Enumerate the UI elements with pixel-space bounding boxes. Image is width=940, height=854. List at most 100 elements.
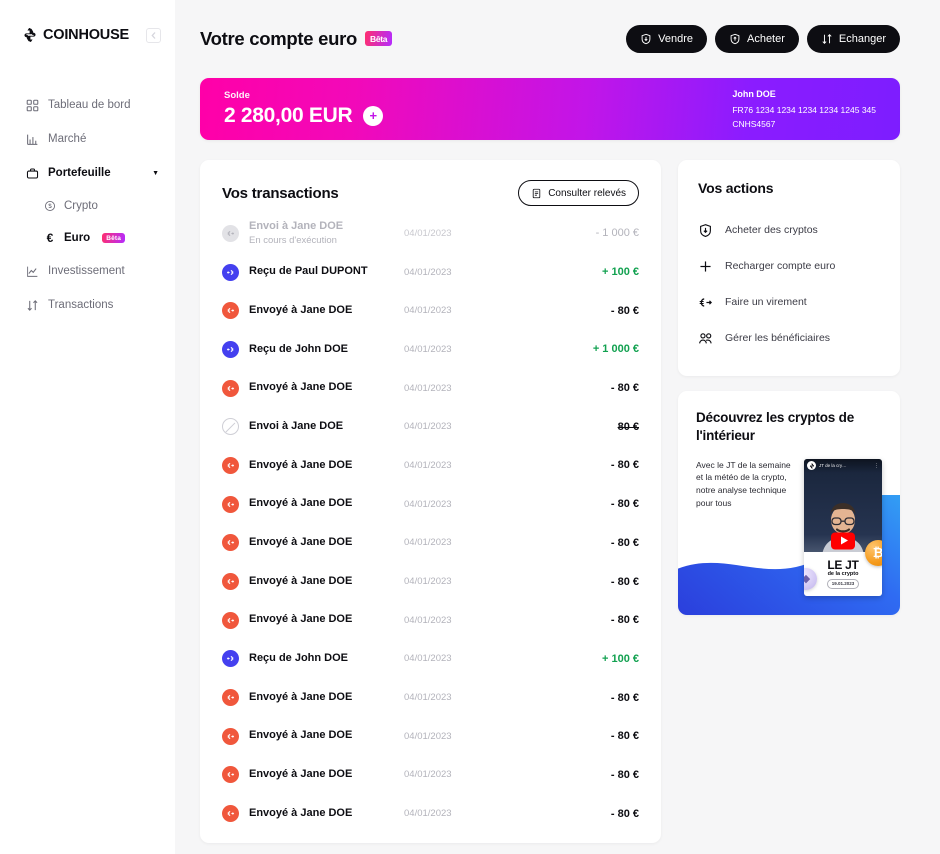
right-column: Vos actions Acheter des cryptos Recharge…: [678, 160, 900, 843]
action-top-up-euro[interactable]: Recharger compte euro: [698, 248, 880, 284]
transaction-label: Envoyé à Jane DOE: [249, 458, 353, 471]
sidebar-item-crypto[interactable]: Crypto: [0, 190, 175, 222]
transaction-row[interactable]: Reçu de John DOE 04/01/2023 + 1 000 €: [222, 330, 639, 369]
exchange-button[interactable]: Echanger: [806, 25, 900, 53]
transaction-row[interactable]: Envoyé à Jane DOE 04/01/2023 - 80 €: [222, 717, 639, 756]
euro-arrow-right-icon: [699, 297, 712, 307]
euro-send-icon: [222, 573, 239, 591]
transaction-amount: - 80 €: [610, 459, 639, 472]
transaction-label: Envoyé à Jane DOE: [249, 381, 353, 394]
transaction-row[interactable]: Envoyé à Jane DOE 04/01/2023 - 80 €: [222, 446, 639, 485]
balance-card: Solde 2 280,00 EUR + John DOE FR76 1234 …: [200, 78, 900, 140]
transaction-row[interactable]: Envoyé à Jane DOE 04/01/2023 - 80 €: [222, 562, 639, 601]
transaction-status: En cours d'exécution: [249, 235, 337, 247]
promo-video-thumbnail[interactable]: JT de la cry… ⋮ LE JT de la crypto 19.01…: [804, 458, 882, 596]
sidebar-item-label: Investissement: [48, 265, 125, 277]
promo-card[interactable]: Découvrez les cryptos de l'intérieur Ave…: [678, 391, 900, 615]
transaction-row[interactable]: Envoyé à Jane DOE 04/01/2023 - 80 €: [222, 794, 639, 833]
sidebar-item-label: Transactions: [48, 299, 114, 311]
euro-send-icon: [222, 534, 239, 552]
euro-receive-icon: [222, 340, 239, 358]
transaction-date: 04/01/2023: [404, 343, 452, 355]
content-grid: Vos transactions Consulter relevés Envoi…: [200, 160, 900, 843]
transaction-text: Envoyé à Jane DOE: [249, 497, 352, 511]
transaction-text: Reçu de Paul DUPONT: [249, 265, 368, 279]
sidebar-item-tableau-de-bord[interactable]: Tableau de bord: [0, 88, 175, 122]
transaction-row[interactable]: Envoi à Jane DOE 04/01/2023 80 €: [222, 407, 639, 446]
transaction-row[interactable]: Envoyé à Jane DOE 04/01/2023 - 80 €: [222, 524, 639, 563]
shield-arrow-down-icon: [641, 33, 651, 45]
transaction-label: Reçu de John DOE: [249, 652, 349, 665]
transaction-label: Envoyé à Jane DOE: [249, 690, 353, 703]
action-buy-cryptos[interactable]: Acheter des cryptos: [698, 212, 880, 248]
sidebar-collapse-icon[interactable]: [146, 27, 161, 43]
sidebar-item-marche[interactable]: Marché: [0, 122, 175, 156]
action-manage-beneficiaries[interactable]: Gérer les bénéficiaires: [698, 320, 880, 356]
video-more-icon[interactable]: ⋮: [874, 463, 879, 469]
euro-send-icon: [222, 689, 239, 707]
transaction-label: Envoyé à Jane DOE: [249, 497, 353, 510]
main-content: Votre compte euro Bêta Vendre Acheter Ec…: [175, 0, 940, 854]
sidebar-item-investissement[interactable]: Investissement: [0, 254, 175, 288]
transaction-row[interactable]: Envoyé à Jane DOE 04/01/2023 - 80 €: [222, 678, 639, 717]
transaction-label: Envoyé à Jane DOE: [249, 303, 353, 316]
page-beta-badge: Bêta: [364, 31, 393, 46]
transaction-row[interactable]: Envoyé à Jane DOE 04/01/2023 - 80 €: [222, 369, 639, 408]
brand-logo[interactable]: COINHOUSE: [22, 27, 129, 43]
transactions-title: Vos transactions: [222, 184, 339, 202]
sell-button[interactable]: Vendre: [626, 25, 707, 53]
transaction-amount: - 80 €: [610, 382, 639, 395]
shield-arrow-down-icon: [700, 223, 711, 237]
transaction-label: Envoyé à Jane DOE: [249, 613, 353, 626]
account-iban: FR76 1234 1234 1234 1234 1245 345: [732, 104, 876, 115]
transaction-amount: - 80 €: [610, 768, 639, 781]
transaction-date: 04/01/2023: [404, 769, 452, 781]
account-bic: CNHS4567: [732, 118, 776, 129]
action-make-transfer[interactable]: Faire un virement: [698, 284, 880, 320]
transaction-date: 04/01/2023: [404, 498, 452, 510]
sidebar-item-label: Marché: [48, 133, 87, 145]
transaction-text: Envoyé à Jane DOE: [249, 807, 352, 821]
sidebar-subitem-label: Euro: [64, 232, 91, 244]
transaction-date: 04/01/2023: [404, 576, 452, 588]
transaction-row[interactable]: Envoi à Jane DOE En cours d'exécution 04/0…: [222, 214, 639, 253]
transaction-label: Envoyé à Jane DOE: [249, 768, 353, 781]
plus-icon[interactable]: +: [363, 106, 384, 126]
arrows-up-down-icon: [822, 34, 832, 44]
balance-label: Solde: [224, 90, 250, 101]
transaction-amount: + 100 €: [601, 652, 639, 665]
transaction-text: Envoi à Jane DOE: [249, 420, 343, 434]
dashboard-grid-icon: [26, 99, 39, 111]
euro-send-icon: [222, 727, 239, 745]
transaction-row[interactable]: Envoyé à Jane DOE 04/01/2023 - 80 €: [222, 601, 639, 640]
balance-amount-row: 2 280,00 EUR +: [224, 104, 384, 128]
page-header: Votre compte euro Bêta Vendre Acheter Ec…: [200, 0, 900, 78]
consult-statements-button[interactable]: Consulter relevés: [518, 180, 639, 206]
transaction-row[interactable]: Envoyé à Jane DOE 04/01/2023 - 80 €: [222, 756, 639, 795]
transaction-label: Envoi à Jane DOE: [249, 419, 344, 432]
video-channel-name: JT de la cry…: [819, 463, 847, 469]
coinhouse-logo-icon: [22, 27, 38, 43]
youtube-play-icon[interactable]: [831, 532, 855, 550]
transaction-row[interactable]: Reçu de John DOE 04/01/2023 + 100 €: [222, 640, 639, 679]
transaction-label: Envoyé à Jane DOE: [249, 535, 353, 548]
transaction-amount: 80 €: [617, 420, 639, 433]
video-overlay-subtitle: de la crypto: [827, 570, 859, 577]
transaction-row[interactable]: Envoyé à Jane DOE 04/01/2023 - 80 €: [222, 291, 639, 330]
document-icon: [532, 188, 541, 198]
sidebar-item-euro[interactable]: € Euro Bêta: [0, 222, 175, 254]
transaction-row[interactable]: Envoyé à Jane DOE 04/01/2023 - 80 €: [222, 485, 639, 524]
sidebar-item-transactions[interactable]: Transactions: [0, 288, 175, 322]
account-details: John DOE FR76 1234 1234 1234 1234 1245 3…: [732, 87, 876, 131]
buy-button[interactable]: Acheter: [714, 25, 799, 53]
sidebar: COINHOUSE Tableau de bord Marché Portefe…: [0, 0, 175, 854]
line-chart-icon: [27, 266, 38, 277]
chevron-down-icon[interactable]: ▼: [152, 170, 159, 177]
transaction-text: Reçu de John DOE: [249, 343, 348, 357]
actions-card: Vos actions Acheter des cryptos Recharge…: [678, 160, 900, 376]
bitcoin-coin-icon: ₿: [865, 539, 882, 566]
sidebar-item-portefeuille[interactable]: Portefeuille ▼: [0, 156, 175, 190]
transaction-row[interactable]: Reçu de Paul DUPONT 04/01/2023 + 100 €: [222, 253, 639, 292]
transaction-label: Envoyé à Jane DOE: [249, 729, 353, 742]
transaction-label: Envoyé à Jane DOE: [249, 806, 353, 819]
